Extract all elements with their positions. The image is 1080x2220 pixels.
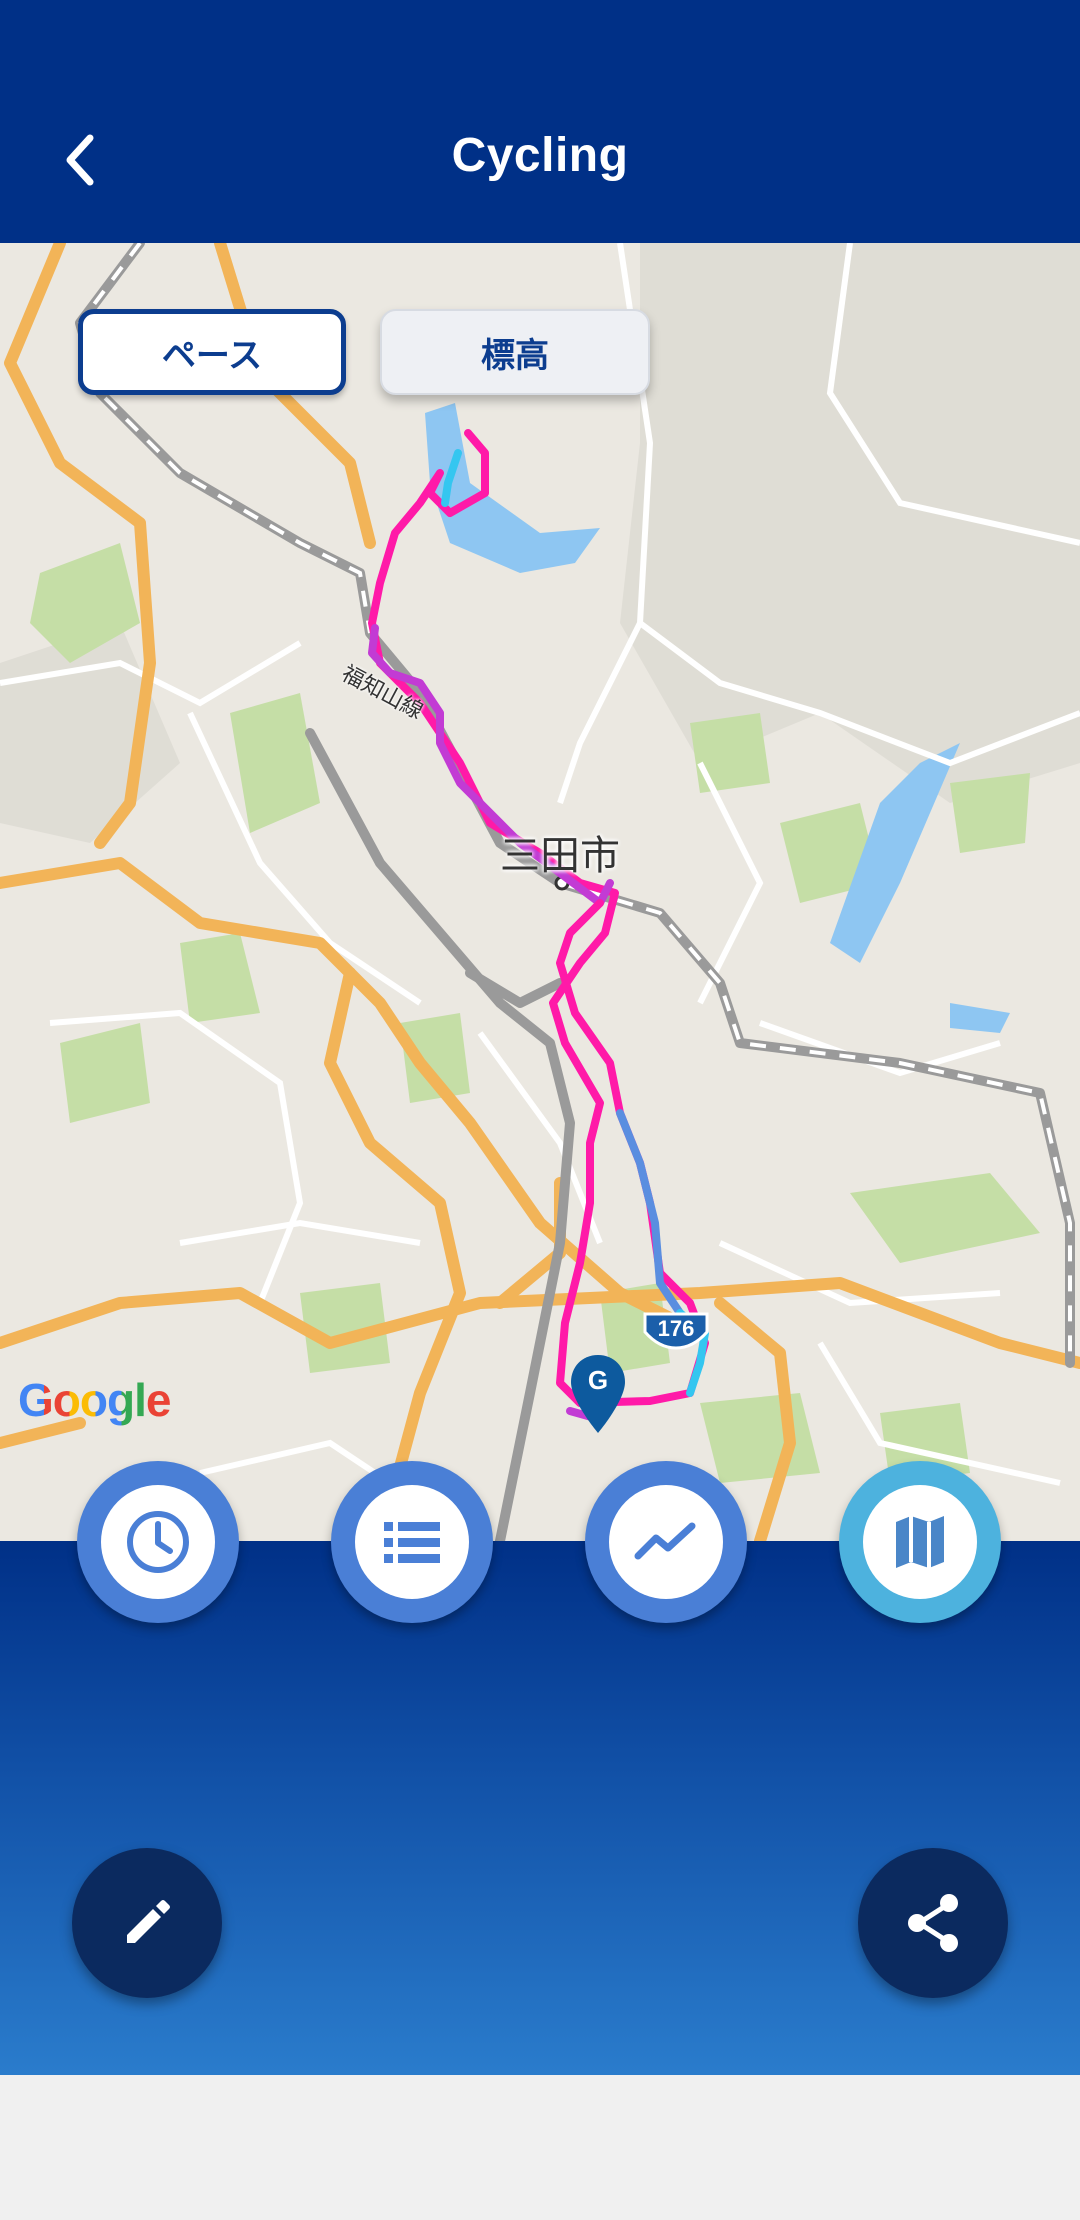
- graph-tab-inner: [609, 1485, 723, 1599]
- pencil-icon: [127, 1900, 170, 1943]
- clock-icon: [127, 1511, 189, 1573]
- graph-tab-button[interactable]: [585, 1461, 747, 1623]
- city-label: 三田市: [500, 833, 620, 879]
- trend-icon: [634, 1522, 696, 1560]
- map-tab-button[interactable]: [839, 1461, 1001, 1623]
- list-icon: [384, 1522, 440, 1563]
- route-number: 176: [657, 1316, 695, 1341]
- page-title: Cycling: [451, 129, 629, 182]
- pace-toggle-button[interactable]: ペース: [78, 309, 346, 395]
- time-tab-inner: [101, 1485, 215, 1599]
- bottom-spacer: [0, 2075, 1080, 2220]
- edit-button[interactable]: [72, 1848, 222, 1998]
- time-tab-button[interactable]: [77, 1461, 239, 1623]
- goal-marker[interactable]: G: [568, 1353, 628, 1437]
- map-tab-inner: [863, 1485, 977, 1599]
- goal-marker-label: G: [587, 1365, 609, 1395]
- list-tab-button[interactable]: [331, 1461, 493, 1623]
- google-attribution: Google: [18, 1373, 171, 1427]
- map-icon: [896, 1516, 944, 1568]
- altitude-toggle-button[interactable]: 標高: [380, 309, 650, 395]
- app-header: Cycling: [0, 0, 1080, 243]
- share-button[interactable]: [858, 1848, 1008, 1998]
- route-map[interactable]: ペース 標高 福知山線 三田市 176 G Google: [0, 243, 1080, 1541]
- route-shield: 176: [641, 1310, 711, 1350]
- list-tab-inner: [355, 1485, 469, 1599]
- google-logo-text: Google: [18, 1374, 171, 1426]
- share-icon: [908, 1894, 958, 1952]
- map-canvas: [0, 243, 1080, 1541]
